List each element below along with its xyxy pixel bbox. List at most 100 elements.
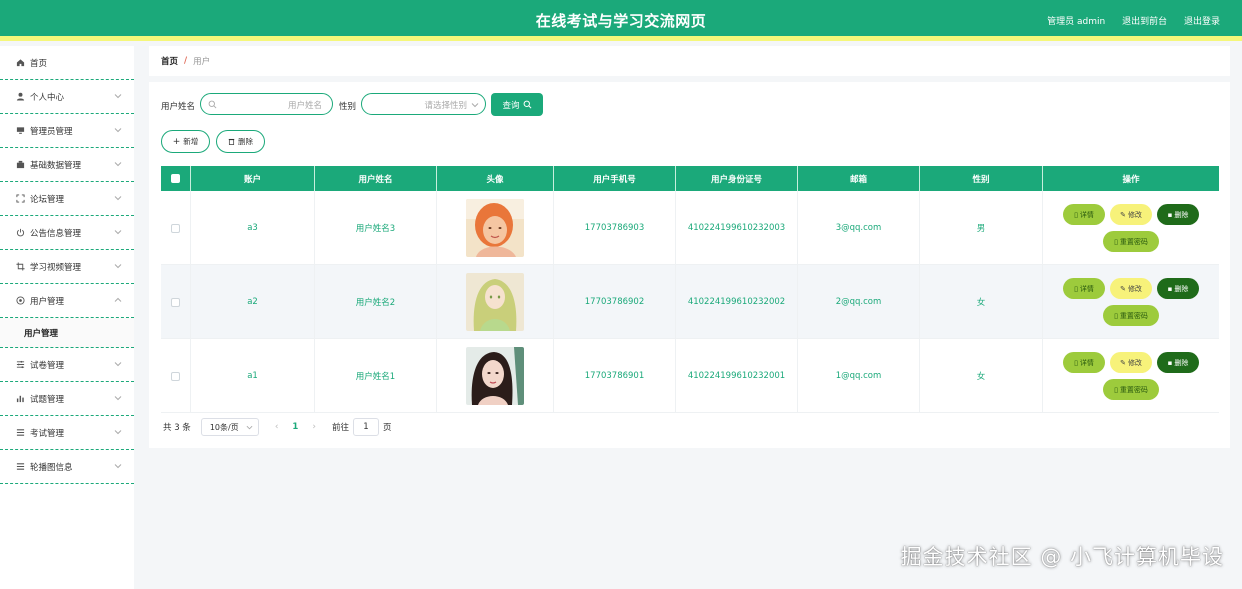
avatar-cell	[437, 339, 554, 413]
column-header: 头像	[437, 166, 554, 191]
sidebar-item-exams[interactable]: 考试管理	[0, 416, 134, 450]
column-header: 邮箱	[798, 166, 920, 191]
sidebar-item-admin[interactable]: 管理员管理	[0, 114, 134, 148]
sidebar-subitem-user-management[interactable]: 用户管理	[0, 318, 134, 348]
delete-button[interactable]: ▪ 删除	[1157, 278, 1199, 299]
chevron-down-icon	[471, 103, 479, 108]
pencil-icon: ✎	[1120, 358, 1126, 367]
sidebar-item-basic-data[interactable]: 基础数据管理	[0, 148, 134, 182]
operations-cell: ▯ 详情 ✎ 修改 ▪ 删除 ▯ 重置密码	[1043, 191, 1219, 265]
select-all-checkbox[interactable]	[171, 174, 180, 183]
row-select-cell	[161, 265, 191, 339]
idcard-cell: 410224199610232002	[676, 265, 798, 339]
user-icon	[15, 92, 25, 102]
row-checkbox[interactable]	[171, 223, 180, 233]
help-icon	[15, 296, 25, 306]
goto-label: 前往	[331, 423, 349, 433]
email-cell: 3@qq.com	[798, 191, 920, 265]
row-checkbox[interactable]	[171, 371, 180, 381]
gender-select-placeholder: 请选择性别	[424, 101, 467, 111]
doc-icon: ▯	[1114, 237, 1118, 246]
logout-link[interactable]: 退出登录	[1184, 17, 1220, 27]
edit-button-label: 修改	[1127, 358, 1142, 367]
chevron-down-icon	[246, 425, 253, 430]
sidebar-item-label: 公告信息管理	[30, 228, 82, 239]
page-size-value: 10条/页	[209, 422, 239, 432]
sidebar-item-users[interactable]: 用户管理	[0, 284, 134, 318]
reset-password-button[interactable]: ▯ 重置密码	[1103, 231, 1159, 252]
breadcrumb-home[interactable]: 首页	[161, 55, 178, 67]
sidebar: 首页 个人中心 管理员管理 基础数据管理 论坛管理 公告信息管理 学习视频管理 …	[0, 46, 134, 589]
edit-button-label: 修改	[1127, 284, 1142, 293]
sidebar-item-label: 考试管理	[30, 428, 65, 439]
reset-password-label: 重置密码	[1119, 311, 1148, 320]
phone-cell: 17703786901	[554, 339, 676, 413]
back-to-front-link[interactable]: 退出到前台	[1122, 17, 1167, 27]
batch-delete-button[interactable]: 删除	[216, 130, 265, 153]
sidebar-item-forum[interactable]: 论坛管理	[0, 182, 134, 216]
avatar	[466, 199, 524, 257]
name-search-input[interactable]: 用户姓名	[200, 93, 333, 115]
detail-button[interactable]: ▯ 详情	[1063, 278, 1105, 299]
goto-page-input[interactable]: 1	[352, 418, 379, 436]
trash-icon: ▪	[1167, 210, 1173, 219]
gender-cell: 女	[920, 339, 1043, 413]
menu-icon	[15, 462, 25, 472]
detail-button-label: 详情	[1079, 284, 1094, 293]
reset-password-button[interactable]: ▯ 重置密码	[1103, 379, 1159, 400]
monitor-icon	[15, 126, 25, 136]
doc-icon: ▯	[1074, 358, 1078, 367]
delete-button[interactable]: ▪ 删除	[1157, 204, 1199, 225]
gender-select[interactable]: 请选择性别	[361, 93, 486, 115]
sidebar-item-questions[interactable]: 试题管理	[0, 382, 134, 416]
reset-password-button[interactable]: ▯ 重置密码	[1103, 305, 1159, 326]
idcard-cell: 410224199610232001	[676, 339, 798, 413]
edit-button-label: 修改	[1127, 210, 1142, 219]
next-page-button[interactable]: ›	[312, 422, 316, 432]
trash-icon: ▪	[1167, 284, 1173, 293]
sidebar-item-carousel[interactable]: 轮播图信息	[0, 450, 134, 484]
add-button-label: 新增	[183, 137, 199, 146]
sidebar-item-notice[interactable]: 公告信息管理	[0, 216, 134, 250]
header-actions: 管理员 admin 退出到前台 退出登录	[1033, 14, 1220, 27]
table-row: a1 用户姓名1 17703786901 410224199610232001 …	[161, 339, 1219, 413]
delete-button[interactable]: ▪ 删除	[1157, 352, 1199, 373]
sidebar-item-label: 管理员管理	[30, 126, 73, 137]
sliders-icon	[15, 360, 25, 370]
account-cell: a1	[191, 339, 315, 413]
gender-cell: 男	[920, 191, 1043, 265]
chevron-down-icon	[114, 128, 122, 133]
page-unit-label: 页	[382, 423, 392, 433]
phone-cell: 17703786902	[554, 265, 676, 339]
table-row: a2 用户姓名2 17703786902 410224199610232002 …	[161, 265, 1219, 339]
reset-password-label: 重置密码	[1119, 237, 1148, 246]
row-checkbox[interactable]	[171, 297, 180, 307]
page-number-1[interactable]: 1	[292, 422, 298, 432]
sidebar-item-video[interactable]: 学习视频管理	[0, 250, 134, 284]
column-header: 用户手机号	[554, 166, 676, 191]
sidebar-item-home[interactable]: 首页	[0, 46, 134, 80]
detail-button[interactable]: ▯ 详情	[1063, 352, 1105, 373]
pencil-icon: ✎	[1120, 210, 1126, 219]
sidebar-item-papers[interactable]: 试卷管理	[0, 348, 134, 382]
add-button[interactable]: + 新增	[161, 130, 210, 153]
table-header: 账户 用户姓名 头像 用户手机号 用户身份证号 邮箱 性别 操作	[161, 166, 1219, 191]
page-size-select[interactable]: 10条/页	[200, 418, 259, 436]
sidebar-item-label: 首页	[30, 58, 48, 69]
name-cell: 用户姓名2	[315, 265, 437, 339]
edit-button[interactable]: ✎ 修改	[1110, 352, 1152, 373]
chevron-down-icon	[114, 396, 122, 401]
name-filter-label: 用户姓名	[161, 102, 196, 112]
admin-user-label: 管理员 admin	[1047, 17, 1106, 27]
sidebar-item-profile[interactable]: 个人中心	[0, 80, 134, 114]
detail-button[interactable]: ▯ 详情	[1063, 204, 1105, 225]
query-button[interactable]: 查询	[491, 93, 543, 116]
query-button-label: 查询	[502, 100, 520, 111]
select-all-cell	[161, 166, 191, 191]
account-cell: a2	[191, 265, 315, 339]
trash-icon	[228, 138, 235, 145]
edit-button[interactable]: ✎ 修改	[1110, 278, 1152, 299]
edit-button[interactable]: ✎ 修改	[1110, 204, 1152, 225]
power-icon	[15, 228, 25, 238]
prev-page-button[interactable]: ‹	[275, 422, 279, 432]
